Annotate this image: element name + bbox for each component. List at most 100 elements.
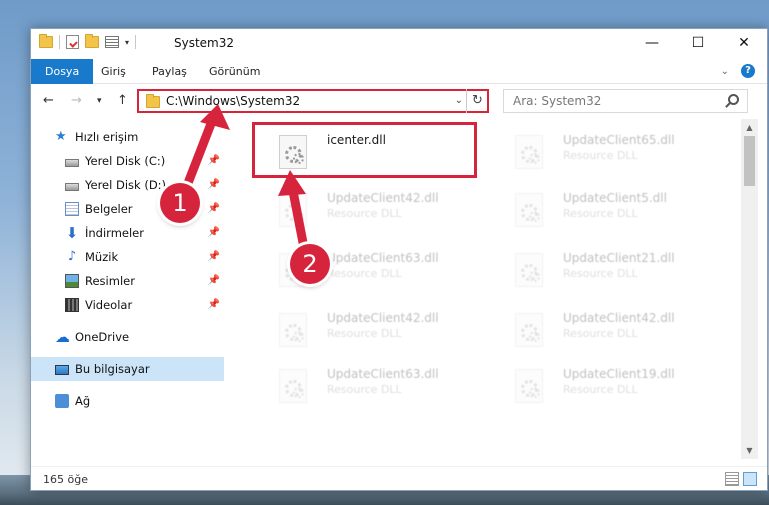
dll-file-icon (515, 193, 543, 227)
dll-file-icon (515, 313, 543, 347)
file-type: Resource DLL (563, 327, 638, 340)
navigation-bar: ← → ▾ ↑ C:\Windows\System32 ⌄ ↻ Ara: Sys… (31, 85, 767, 117)
music-icon: ♪ (67, 249, 77, 264)
sidebar-item-this-pc[interactable]: Bu bilgisayar (31, 357, 224, 381)
sidebar-item-network[interactable]: Ağ (31, 389, 224, 413)
scroll-down-icon[interactable]: ▼ (741, 442, 758, 459)
star-icon: ★ (55, 129, 67, 144)
pin-icon[interactable]: 📌 (208, 299, 220, 310)
search-icon (728, 94, 739, 105)
close-button[interactable]: ✕ (721, 29, 767, 57)
tab-view[interactable]: Görünüm (209, 59, 260, 84)
scroll-up-icon[interactable]: ▲ (741, 119, 758, 136)
file-type: Resource DLL (563, 207, 638, 220)
search-box[interactable]: Ara: System32 (503, 89, 748, 113)
forward-button[interactable]: → (71, 93, 82, 108)
recent-locations-button[interactable]: ▾ (97, 96, 102, 106)
pin-icon[interactable]: 📌 (208, 179, 220, 190)
highlight-box (252, 122, 477, 178)
ribbon-tabs: Dosya Giriş Paylaş Görünüm ⌄ ? (31, 59, 767, 84)
new-folder-icon[interactable] (85, 34, 99, 48)
sidebar-item-label: Müzik (85, 250, 119, 264)
tab-file[interactable]: Dosya (31, 59, 94, 84)
file-item[interactable]: UpdateClient42.dll Resource DLL (493, 305, 733, 355)
sidebar-item-quick-access[interactable]: ★ Hızlı erişim (31, 125, 224, 149)
file-name: UpdateClient63.dll (327, 251, 439, 265)
folder-icon[interactable] (39, 34, 53, 48)
pin-icon[interactable]: 📌 (208, 203, 220, 214)
tab-home[interactable]: Giriş (101, 59, 126, 84)
file-name: UpdateClient63.dll (327, 367, 439, 381)
dll-file-icon (515, 369, 543, 403)
title-bar: ▾ System32 — ☐ ✕ (31, 29, 767, 59)
expand-ribbon-icon[interactable]: ⌄ (721, 66, 729, 77)
onedrive-icon: ☁ (55, 328, 70, 346)
videos-icon (65, 298, 79, 312)
help-button[interactable]: ? (741, 64, 755, 78)
vertical-scrollbar[interactable]: ▲ ▼ (741, 119, 758, 459)
sidebar-item-label: Bu bilgisayar (75, 362, 150, 376)
status-bar: 165 öğe (31, 466, 767, 492)
pin-icon[interactable]: 📌 (208, 251, 220, 262)
file-list: icenter.dll UpdateClient65.dll Resource … (229, 121, 741, 461)
maximize-button[interactable]: ☐ (675, 29, 721, 57)
dll-file-icon (515, 253, 543, 287)
sidebar-item-music[interactable]: ♪ Müzik 📌 (31, 245, 224, 269)
file-type: Resource DLL (327, 327, 402, 340)
pin-icon[interactable]: 📌 (208, 155, 220, 166)
divider (135, 35, 137, 49)
file-item[interactable]: UpdateClient65.dll Resource DLL (493, 127, 733, 177)
file-type: Resource DLL (563, 267, 638, 280)
file-name: UpdateClient5.dll (563, 191, 667, 205)
search-input[interactable]: Ara: System32 (513, 94, 601, 108)
drive-icon (65, 158, 79, 167)
step-badge-1: 1 (160, 183, 200, 223)
details-view-icon[interactable] (725, 472, 739, 486)
sidebar-item-label: Resimler (85, 274, 135, 288)
up-button[interactable]: ↑ (117, 93, 128, 108)
file-name: UpdateClient21.dll (563, 251, 675, 265)
view-icon[interactable] (105, 36, 119, 48)
sidebar-item-videos[interactable]: Videolar 📌 (31, 293, 224, 317)
file-item[interactable]: UpdateClient19.dll Resource DLL (493, 361, 733, 411)
file-type: Resource DLL (327, 383, 402, 396)
customize-dropdown-icon[interactable]: ▾ (125, 38, 129, 47)
dll-file-icon (279, 369, 307, 403)
properties-icon[interactable] (66, 35, 79, 49)
file-type: Resource DLL (327, 207, 402, 220)
file-name: UpdateClient42.dll (327, 191, 439, 205)
file-name: UpdateClient19.dll (563, 367, 675, 381)
sidebar-item-disk-c[interactable]: Yerel Disk (C:) 📌 (31, 149, 224, 173)
sidebar-item-pictures[interactable]: Resimler 📌 (31, 269, 224, 293)
file-name: UpdateClient42.dll (563, 311, 675, 325)
file-item[interactable]: UpdateClient42.dll Resource DLL (257, 185, 497, 235)
minimize-button[interactable]: — (629, 29, 675, 57)
refresh-button[interactable]: ↻ (466, 89, 488, 113)
back-button[interactable]: ← (43, 93, 54, 108)
divider (59, 35, 60, 49)
chevron-down-icon[interactable]: ⌄ (455, 95, 463, 106)
pin-icon[interactable]: 📌 (208, 275, 220, 286)
sidebar-item-label: Belgeler (85, 202, 133, 216)
address-bar[interactable]: C:\Windows\System32 ⌄ ↻ (137, 89, 489, 113)
sidebar-item-label: Hızlı erişim (75, 130, 139, 144)
dll-file-icon (515, 135, 543, 169)
scroll-thumb[interactable] (744, 136, 755, 186)
view-switcher (725, 472, 757, 486)
ribbon-right: ⌄ ? (721, 64, 755, 78)
tab-share[interactable]: Paylaş (152, 59, 187, 84)
dll-file-icon (279, 313, 307, 347)
sidebar-item-onedrive[interactable]: ☁ OneDrive (31, 325, 224, 349)
explorer-window: ▾ System32 — ☐ ✕ Dosya Giriş Paylaş Görü… (30, 28, 768, 491)
tiles-view-icon[interactable] (743, 472, 757, 486)
address-text[interactable]: C:\Windows\System32 (166, 94, 300, 108)
file-item[interactable]: UpdateClient21.dll Resource DLL (493, 245, 733, 295)
sidebar-item-label: Yerel Disk (D:) (85, 178, 167, 192)
file-item[interactable]: UpdateClient5.dll Resource DLL (493, 185, 733, 235)
quick-access-toolbar: ▾ (39, 34, 137, 49)
file-item[interactable]: UpdateClient42.dll Resource DLL (257, 305, 497, 355)
file-item[interactable]: UpdateClient63.dll Resource DLL (257, 361, 497, 411)
navigation-pane: ★ Hızlı erişim Yerel Disk (C:) 📌 Yerel D… (31, 121, 227, 461)
pin-icon[interactable]: 📌 (208, 227, 220, 238)
sidebar-item-downloads[interactable]: ⬇ İndirmeler 📌 (31, 221, 224, 245)
